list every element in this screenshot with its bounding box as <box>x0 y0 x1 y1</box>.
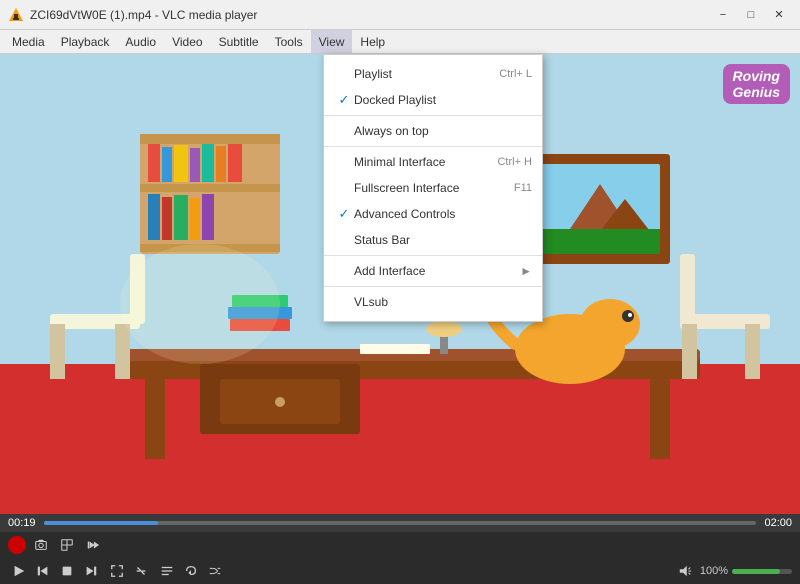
menu-section-vlsub: VLsub <box>324 287 542 317</box>
menu-item-vlsub[interactable]: VLsub <box>324 289 542 315</box>
vlc-icon <box>8 7 24 23</box>
roving-genius-logo: Roving Genius <box>723 64 790 104</box>
maximize-button[interactable]: □ <box>738 5 764 25</box>
menu-playback[interactable]: Playback <box>53 30 118 53</box>
menu-media[interactable]: Media <box>4 30 53 53</box>
extended-settings-button[interactable] <box>130 560 152 582</box>
time-total: 02:00 <box>762 517 792 529</box>
playlist-controls <box>156 560 226 582</box>
menu-help[interactable]: Help <box>352 30 393 53</box>
menu-item-add-interface[interactable]: Add Interface ► <box>324 258 542 284</box>
docked-playlist-check: ✓ <box>334 92 354 108</box>
view-controls <box>106 560 152 582</box>
prev-button[interactable] <box>32 560 54 582</box>
next-button[interactable] <box>80 560 102 582</box>
menu-item-fullscreen-interface[interactable]: Fullscreen Interface F11 <box>324 175 542 201</box>
fullscreen-interface-shortcut: F11 <box>514 182 532 194</box>
always-on-top-label: Always on top <box>354 124 512 138</box>
menu-section-add-interface: Add Interface ► <box>324 256 542 287</box>
progress-fill <box>44 521 158 525</box>
menu-item-playlist[interactable]: Playlist Ctrl+ L <box>324 61 542 87</box>
advanced-controls-check: ✓ <box>334 206 354 222</box>
playlist-label: Playlist <box>354 67 479 81</box>
minimal-interface-shortcut: Ctrl+ H <box>497 156 532 168</box>
advanced-controls-label: Advanced Controls <box>354 207 512 221</box>
time-current: 00:19 <box>8 517 38 529</box>
menu-view[interactable]: View <box>311 30 353 53</box>
menu-tools[interactable]: Tools <box>267 30 311 53</box>
menu-section-interface: Minimal Interface Ctrl+ H Fullscreen Int… <box>324 147 542 256</box>
status-bar-label: Status Bar <box>354 233 512 247</box>
close-button[interactable]: ✕ <box>766 5 792 25</box>
logo-line1: Roving <box>733 68 780 84</box>
menu-item-always-on-top[interactable]: Always on top <box>324 118 542 144</box>
add-interface-arrow: ► <box>520 264 532 278</box>
advanced-controls-row <box>0 532 800 558</box>
menu-section-top: Always on top <box>324 116 542 147</box>
frame-by-frame-button[interactable] <box>82 534 104 556</box>
playback-controls <box>8 560 102 582</box>
progress-bar-area: 00:19 02:00 <box>0 514 800 532</box>
menu-audio[interactable]: Audio <box>117 30 164 53</box>
playlist-shortcut: Ctrl+ L <box>499 68 532 80</box>
fullscreen-button[interactable] <box>106 560 128 582</box>
volume-label: 100% <box>700 565 728 577</box>
docked-playlist-label: Docked Playlist <box>354 93 512 107</box>
volume-fill <box>732 569 780 574</box>
play-button[interactable] <box>8 560 30 582</box>
volume-icon-button[interactable] <box>674 560 696 582</box>
menu-video[interactable]: Video <box>164 30 210 53</box>
add-interface-label: Add Interface <box>354 264 520 278</box>
show-extended-button[interactable] <box>56 534 78 556</box>
menu-item-status-bar[interactable]: Status Bar <box>324 227 542 253</box>
main-controls-row: 100% <box>0 558 800 584</box>
snapshot-button[interactable] <box>30 534 52 556</box>
stop-button[interactable] <box>56 560 78 582</box>
volume-area: 100% <box>674 560 792 582</box>
menu-bar: Media Playback Audio Video Subtitle Tool… <box>0 30 800 54</box>
menu-item-advanced-controls[interactable]: ✓ Advanced Controls <box>324 201 542 227</box>
shuffle-button[interactable] <box>204 560 226 582</box>
title-bar: ZCI69dVtW0E (1).mp4 - VLC media player −… <box>0 0 800 30</box>
toggle-playlist-button[interactable] <box>156 560 178 582</box>
minimal-interface-label: Minimal Interface <box>354 155 477 169</box>
view-dropdown-menu: Playlist Ctrl+ L ✓ Docked Playlist Alway… <box>323 54 543 322</box>
vlsub-label: VLsub <box>354 295 512 309</box>
menu-item-minimal-interface[interactable]: Minimal Interface Ctrl+ H <box>324 149 542 175</box>
window-title: ZCI69dVtW0E (1).mp4 - VLC media player <box>30 8 257 22</box>
logo-line2: Genius <box>733 84 780 100</box>
fullscreen-interface-label: Fullscreen Interface <box>354 181 494 195</box>
record-button[interactable] <box>8 536 26 554</box>
progress-track[interactable] <box>44 521 756 525</box>
loop-button[interactable] <box>180 560 202 582</box>
menu-section-playlist: Playlist Ctrl+ L ✓ Docked Playlist <box>324 59 542 116</box>
minimize-button[interactable]: − <box>710 5 736 25</box>
player-controls: 00:19 02:00 <box>0 514 800 584</box>
menu-item-docked-playlist[interactable]: ✓ Docked Playlist <box>324 87 542 113</box>
menu-subtitle[interactable]: Subtitle <box>211 30 267 53</box>
volume-bar[interactable] <box>732 569 792 574</box>
